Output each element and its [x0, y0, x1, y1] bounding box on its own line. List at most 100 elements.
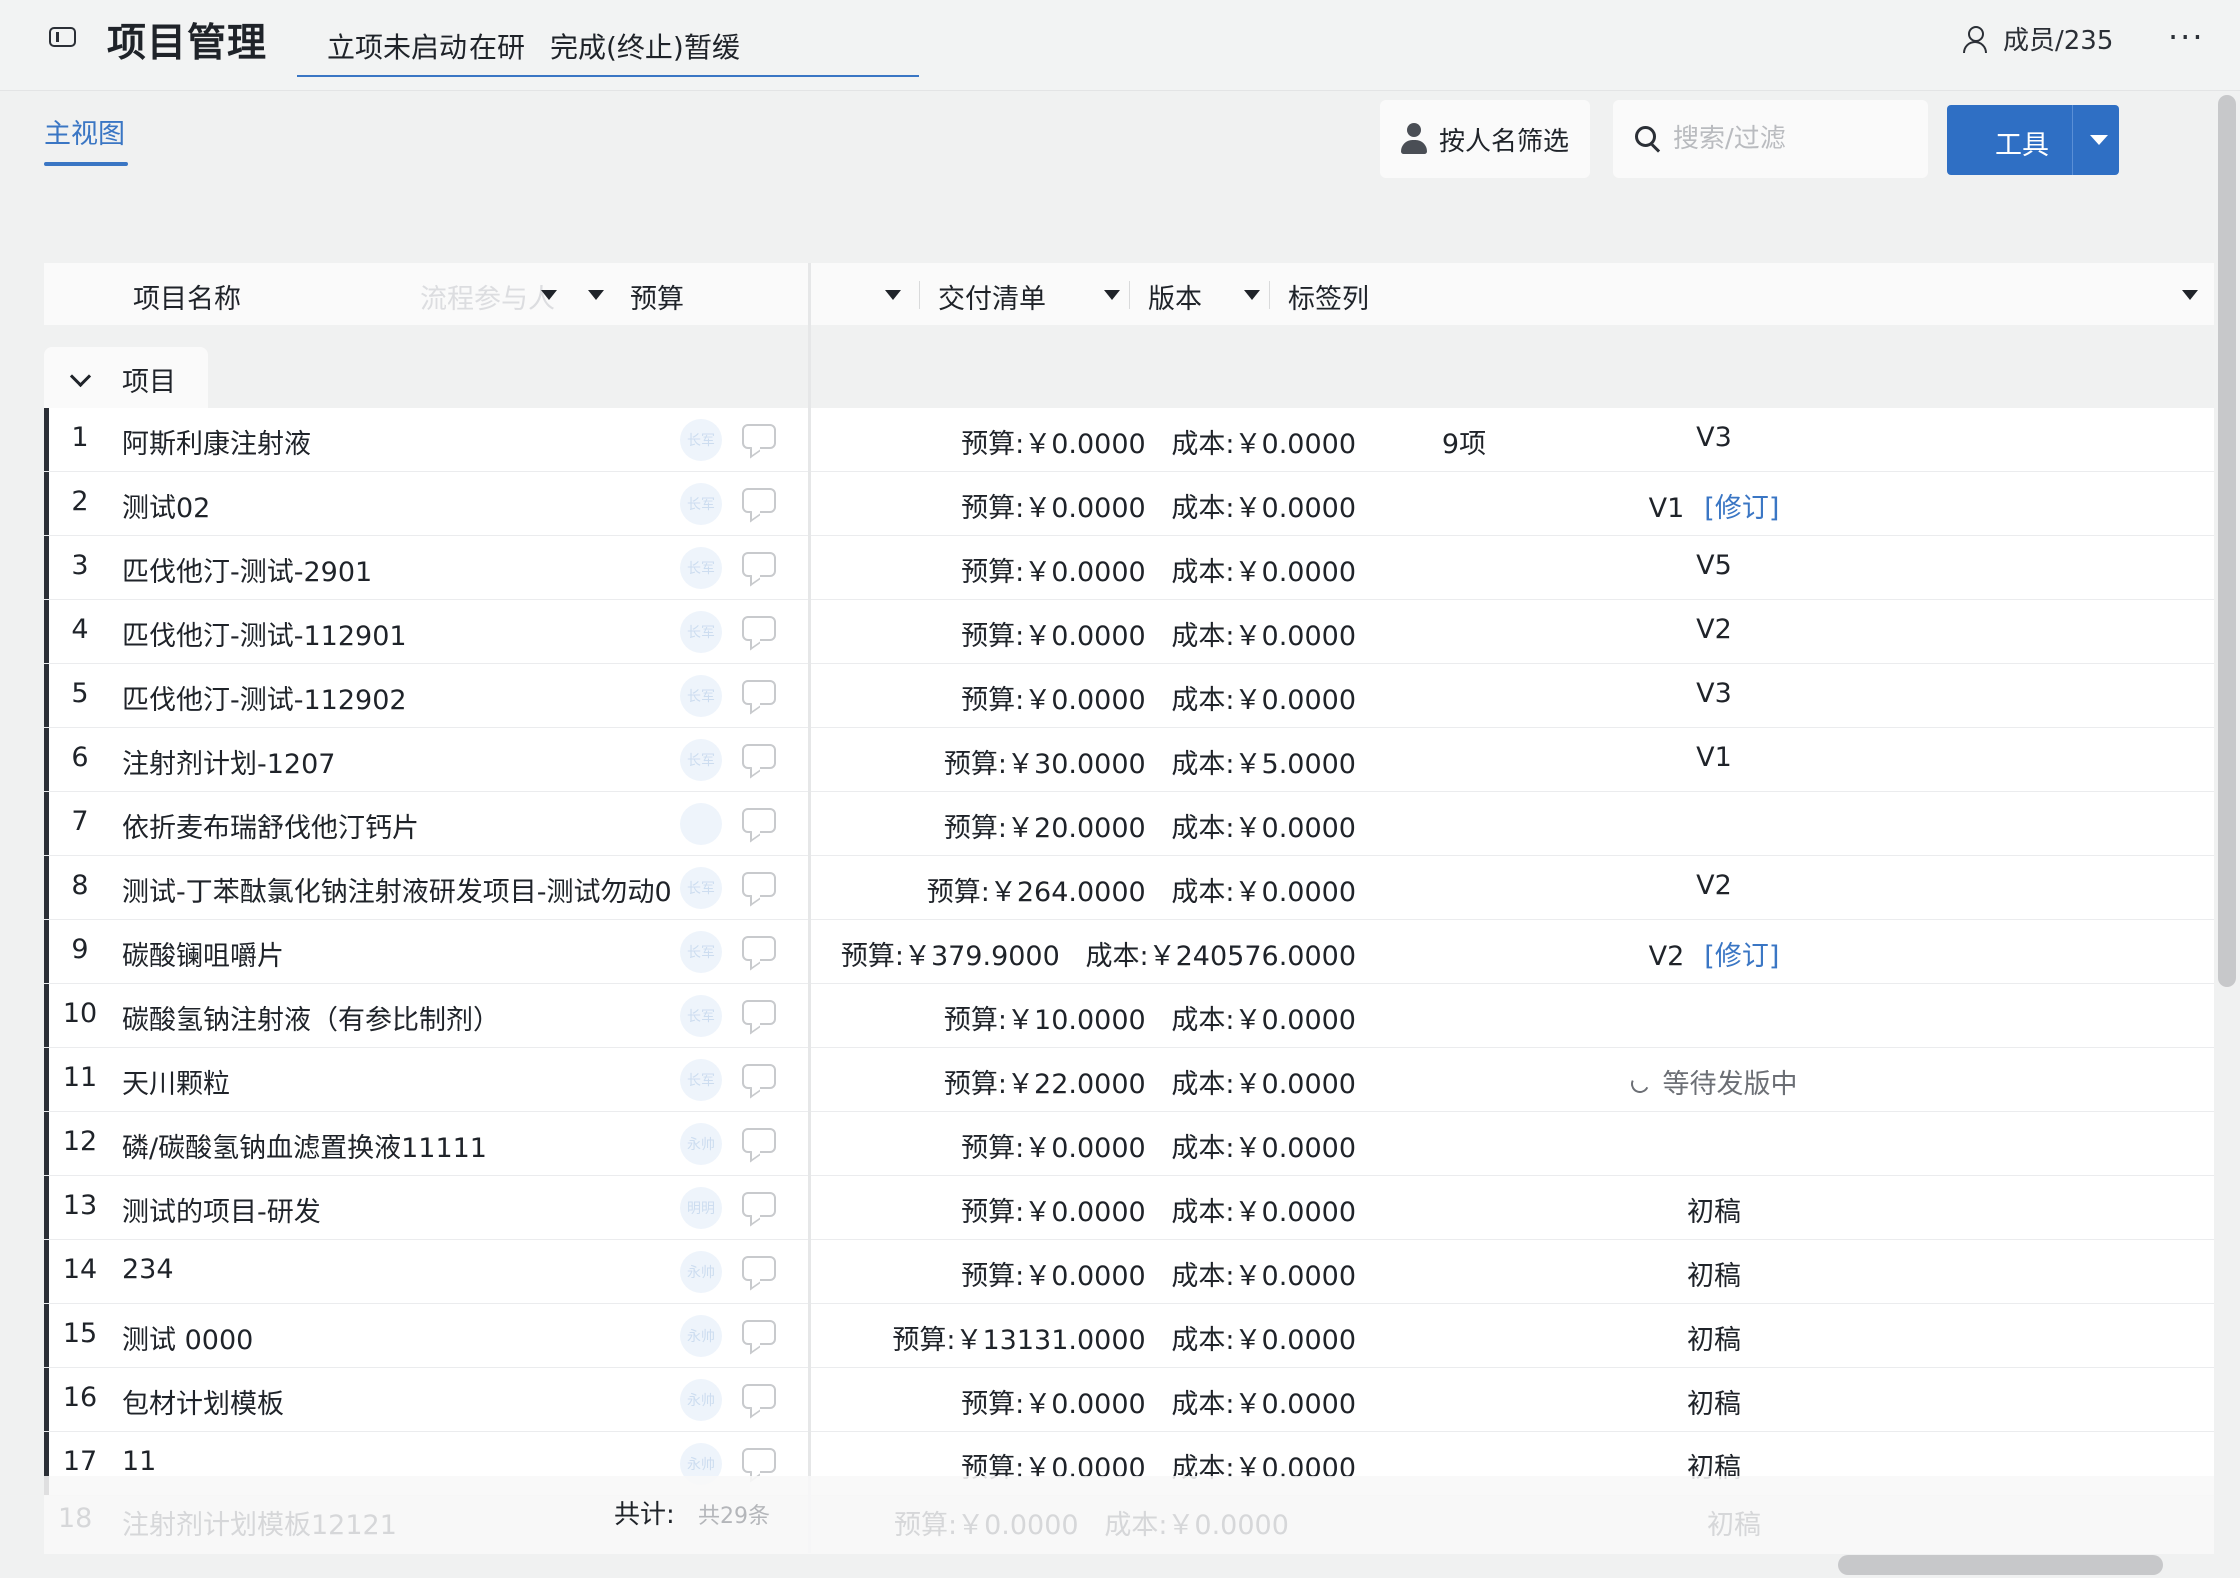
budget-cell[interactable]: 预算:￥0.0000 成本:￥0.0000	[816, 550, 1356, 589]
tab-paused[interactable]: 暂缓	[684, 26, 740, 66]
table-row[interactable]: 3 匹伐他汀-测试-2901 长军 预算:￥0.0000 成本:￥0.0000 V5	[44, 536, 2214, 600]
participant-avatar[interactable]: 长军	[680, 547, 722, 589]
comment-icon[interactable]	[742, 424, 776, 449]
delivery-cell[interactable]: 9项	[1314, 422, 1614, 461]
frozen-column-dropdown-icon[interactable]	[588, 290, 604, 300]
revise-link[interactable]: [修订]	[1704, 941, 1779, 972]
project-name[interactable]: 匹伐他汀-测试-112902	[122, 678, 407, 717]
search-input[interactable]	[1671, 123, 1915, 155]
participant-avatar[interactable]: 明明	[680, 1187, 722, 1229]
comment-icon[interactable]	[742, 1384, 776, 1409]
budget-cell[interactable]: 预算:￥0.0000 成本:￥0.0000	[816, 422, 1356, 461]
participant-avatar[interactable]: 长军	[680, 483, 722, 525]
column-header-tags[interactable]: 标签列	[1288, 277, 1369, 316]
version-cell[interactable]: 等待发版中	[1614, 1062, 1814, 1101]
comment-icon[interactable]	[742, 1000, 776, 1025]
comment-icon[interactable]	[742, 1320, 776, 1345]
budget-cell[interactable]: 预算:￥0.0000 成本:￥0.0000	[816, 614, 1356, 653]
budget-cell[interactable]: 预算:￥0.0000 成本:￥0.0000	[816, 678, 1356, 717]
project-name[interactable]: 包材计划模板	[122, 1382, 284, 1421]
filter-by-person-button[interactable]: 按人名筛选	[1380, 100, 1590, 178]
comment-icon[interactable]	[742, 616, 776, 641]
version-cell[interactable]: V2 [修订]	[1614, 934, 1814, 973]
column-header-participants[interactable]: 流程参与人	[420, 277, 555, 316]
project-name[interactable]: 依折麦布瑞舒伐他汀钙片	[122, 806, 419, 845]
participant-avatar[interactable]: 永帅	[680, 1315, 722, 1357]
tab-not-started[interactable]: 立项未启动	[327, 26, 467, 66]
comment-icon[interactable]	[742, 744, 776, 769]
more-icon[interactable]: ···	[2168, 18, 2205, 56]
comment-icon[interactable]	[742, 936, 776, 961]
tab-in-progress[interactable]: 在研	[469, 26, 525, 66]
budget-cell[interactable]: 预算:￥30.0000 成本:￥5.0000	[816, 742, 1356, 781]
delivery-dropdown-icon[interactable]	[1104, 290, 1120, 300]
project-name[interactable]: 天川颗粒	[122, 1062, 230, 1101]
version-cell[interactable]: 初稿	[1614, 1190, 1814, 1229]
table-row[interactable]: 6 注射剂计划-1207 长军 预算:￥30.0000 成本:￥5.0000 V1	[44, 728, 2214, 792]
budget-cell[interactable]: 预算:￥0.0000 成本:￥0.0000	[816, 1190, 1356, 1229]
budget-cell[interactable]: 预算:￥22.0000 成本:￥0.0000	[816, 1062, 1356, 1101]
comment-icon[interactable]	[742, 872, 776, 897]
table-row[interactable]: 1 阿斯利康注射液 长军 预算:￥0.0000 成本:￥0.0000 9项 V3	[44, 408, 2214, 472]
table-row[interactable]: 13 测试的项目-研发 明明 预算:￥0.0000 成本:￥0.0000 初稿	[44, 1176, 2214, 1240]
project-name[interactable]: 碳酸氢钠注射液（有参比制剂）	[122, 998, 500, 1037]
version-cell[interactable]: 初稿	[1614, 1254, 1814, 1293]
project-name[interactable]: 匹伐他汀-测试-2901	[122, 550, 372, 589]
participant-avatar[interactable]: 长军	[680, 419, 722, 461]
budget-dropdown-icon[interactable]	[885, 290, 901, 300]
version-cell[interactable]: 初稿	[1614, 1382, 1814, 1421]
revise-link[interactable]: [修订]	[1704, 493, 1779, 524]
participant-avatar[interactable]: 长军	[680, 1059, 722, 1101]
project-name[interactable]: 阿斯利康注射液	[122, 422, 311, 461]
comment-icon[interactable]	[742, 680, 776, 705]
table-row[interactable]: 16 包材计划模板 永帅 预算:￥0.0000 成本:￥0.0000 初稿	[44, 1368, 2214, 1432]
version-cell[interactable]: V1 [修订]	[1614, 486, 1814, 525]
table-row[interactable]: 5 匹伐他汀-测试-112902 长军 预算:￥0.0000 成本:￥0.0000 V3	[44, 664, 2214, 728]
column-header-name[interactable]: 项目名称	[133, 277, 241, 316]
budget-cell[interactable]: 预算:￥20.0000 成本:￥0.0000	[816, 806, 1356, 845]
version-cell[interactable]: V3	[1614, 422, 1814, 453]
budget-cell[interactable]: 预算:￥0.0000 成本:￥0.0000	[816, 1126, 1356, 1165]
project-name[interactable]: 测试 0000	[122, 1318, 253, 1357]
budget-cell[interactable]: 预算:￥13131.0000 成本:￥0.0000	[816, 1318, 1356, 1357]
budget-cell[interactable]: 预算:￥379.9000 成本:￥240576.0000	[816, 934, 1356, 973]
budget-cell[interactable]: 预算:￥0.0000 成本:￥0.0000	[816, 486, 1356, 525]
column-header-delivery[interactable]: 交付清单	[938, 277, 1046, 316]
table-row[interactable]: 11 天川颗粒 长军 预算:￥22.0000 成本:￥0.0000 等待发版中	[44, 1048, 2214, 1112]
participant-avatar[interactable]: 永帅	[680, 1123, 722, 1165]
version-cell[interactable]: V3	[1614, 678, 1814, 709]
table-row[interactable]: 2 测试02 长军 预算:￥0.0000 成本:￥0.0000 V1 [修订]	[44, 472, 2214, 536]
version-dropdown-icon[interactable]	[1244, 290, 1260, 300]
comment-icon[interactable]	[742, 488, 776, 513]
version-cell[interactable]: V2	[1614, 614, 1814, 645]
budget-cell[interactable]: 预算:￥10.0000 成本:￥0.0000	[816, 998, 1356, 1037]
version-cell[interactable]: V1	[1614, 742, 1814, 773]
table-row[interactable]: 14 234 永帅 预算:￥0.0000 成本:￥0.0000 初稿	[44, 1240, 2214, 1304]
participant-avatar[interactable]: 长军	[680, 995, 722, 1037]
comment-icon[interactable]	[742, 1256, 776, 1281]
participant-avatar[interactable]	[680, 803, 722, 845]
tools-button[interactable]: 工具	[1947, 105, 2119, 175]
project-name[interactable]: 234	[122, 1254, 174, 1285]
project-name[interactable]: 11	[122, 1446, 156, 1477]
project-name[interactable]: 匹伐他汀-测试-112901	[122, 614, 407, 653]
vertical-scrollbar[interactable]	[2218, 95, 2236, 987]
group-header[interactable]: 项目	[44, 347, 208, 409]
participant-avatar[interactable]: 长军	[680, 867, 722, 909]
tools-dropdown-icon[interactable]	[2090, 135, 2108, 145]
sidebar-toggle-icon[interactable]	[49, 27, 76, 47]
project-name[interactable]: 测试02	[122, 486, 210, 525]
project-name[interactable]: 磷/碳酸氢钠血滤置换液11111	[122, 1126, 487, 1165]
project-name[interactable]: 测试的项目-研发	[122, 1190, 321, 1229]
chevron-down-icon[interactable]	[69, 365, 92, 388]
column-header-budget[interactable]: 预算	[630, 277, 684, 316]
participant-avatar[interactable]: 永帅	[680, 1251, 722, 1293]
tags-dropdown-icon[interactable]	[2182, 290, 2198, 300]
comment-icon[interactable]	[742, 1192, 776, 1217]
version-cell[interactable]: V5	[1614, 550, 1814, 581]
table-row[interactable]: 8 测试-丁苯酞氯化钠注射液研发项目-测试勿动0 长军 预算:￥264.0000 成本…	[44, 856, 2214, 920]
project-name[interactable]: 注射剂计划-1207	[122, 742, 335, 781]
members-button[interactable]: 成员/235	[1963, 20, 2113, 57]
table-row[interactable]: 4 匹伐他汀-测试-112901 长军 预算:￥0.0000 成本:￥0.0000 V2	[44, 600, 2214, 664]
participant-avatar[interactable]: 长军	[680, 611, 722, 653]
